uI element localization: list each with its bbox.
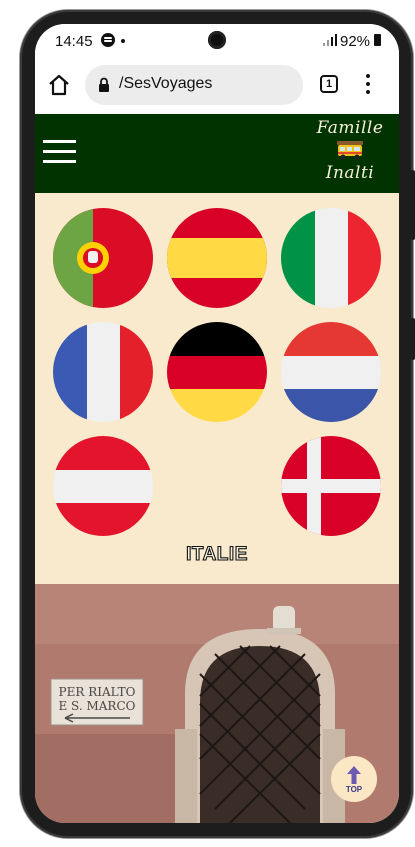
france-flag-icon xyxy=(53,322,153,422)
url-text: /SesVoyages xyxy=(119,75,213,92)
germany-flag-button[interactable] xyxy=(167,322,267,422)
notification-dot-icon xyxy=(121,39,125,43)
site-logo[interactable]: Famille Inalti xyxy=(301,118,399,190)
front-camera xyxy=(208,31,226,49)
spain-flag-icon xyxy=(167,208,267,308)
logo-text-bottom: Inalti xyxy=(325,163,375,183)
home-icon[interactable] xyxy=(47,73,71,97)
denmark-flag-icon xyxy=(281,436,381,536)
browser-menu-icon[interactable] xyxy=(365,74,371,96)
spotify-icon xyxy=(101,33,115,47)
arrow-up-icon xyxy=(347,766,361,784)
country-title: ITALIE xyxy=(186,543,248,565)
browser-toolbar: /SesVoyages 1 xyxy=(35,58,399,114)
portugal-flag-button[interactable] xyxy=(53,208,153,308)
lock-icon xyxy=(99,77,109,92)
portugal-flag-icon xyxy=(53,208,153,308)
address-bar[interactable]: /SesVoyages xyxy=(85,65,303,105)
signal-icon xyxy=(323,34,337,46)
battery-percent: 92% xyxy=(340,33,371,50)
netherlands-flag-icon xyxy=(281,322,381,422)
austria-flag-button[interactable] xyxy=(53,436,153,536)
france-flag-button[interactable] xyxy=(53,322,153,422)
germany-flag-icon xyxy=(167,322,267,422)
tab-switcher-button[interactable]: 1 xyxy=(320,75,338,93)
italy-flag-button[interactable] xyxy=(281,208,381,308)
netherlands-flag-button[interactable] xyxy=(281,322,381,422)
back-to-top-button[interactable]: TOP xyxy=(331,756,377,802)
volume-button xyxy=(411,170,415,240)
power-button xyxy=(411,318,415,360)
hamburger-menu-icon[interactable] xyxy=(43,140,76,164)
austria-flag-icon xyxy=(53,436,153,536)
flags-panel: ITALIE xyxy=(35,193,399,584)
battery-icon xyxy=(374,34,381,46)
italy-flag-icon xyxy=(281,208,381,308)
screen: 14:45 92% /SesVoyages 1 Famille Inalti I… xyxy=(35,24,399,823)
spain-flag-button[interactable] xyxy=(167,208,267,308)
logo-text-top: Famille xyxy=(316,118,384,138)
sign-line-1: PER RIALTO xyxy=(59,685,136,699)
status-time: 14:45 xyxy=(55,33,93,50)
sign-line-2: E S. MARCO xyxy=(58,699,135,713)
top-label: TOP xyxy=(345,785,363,794)
denmark-flag-button[interactable] xyxy=(281,436,381,536)
camper-van-icon xyxy=(337,141,363,160)
site-header: Famille Inalti xyxy=(35,114,399,193)
